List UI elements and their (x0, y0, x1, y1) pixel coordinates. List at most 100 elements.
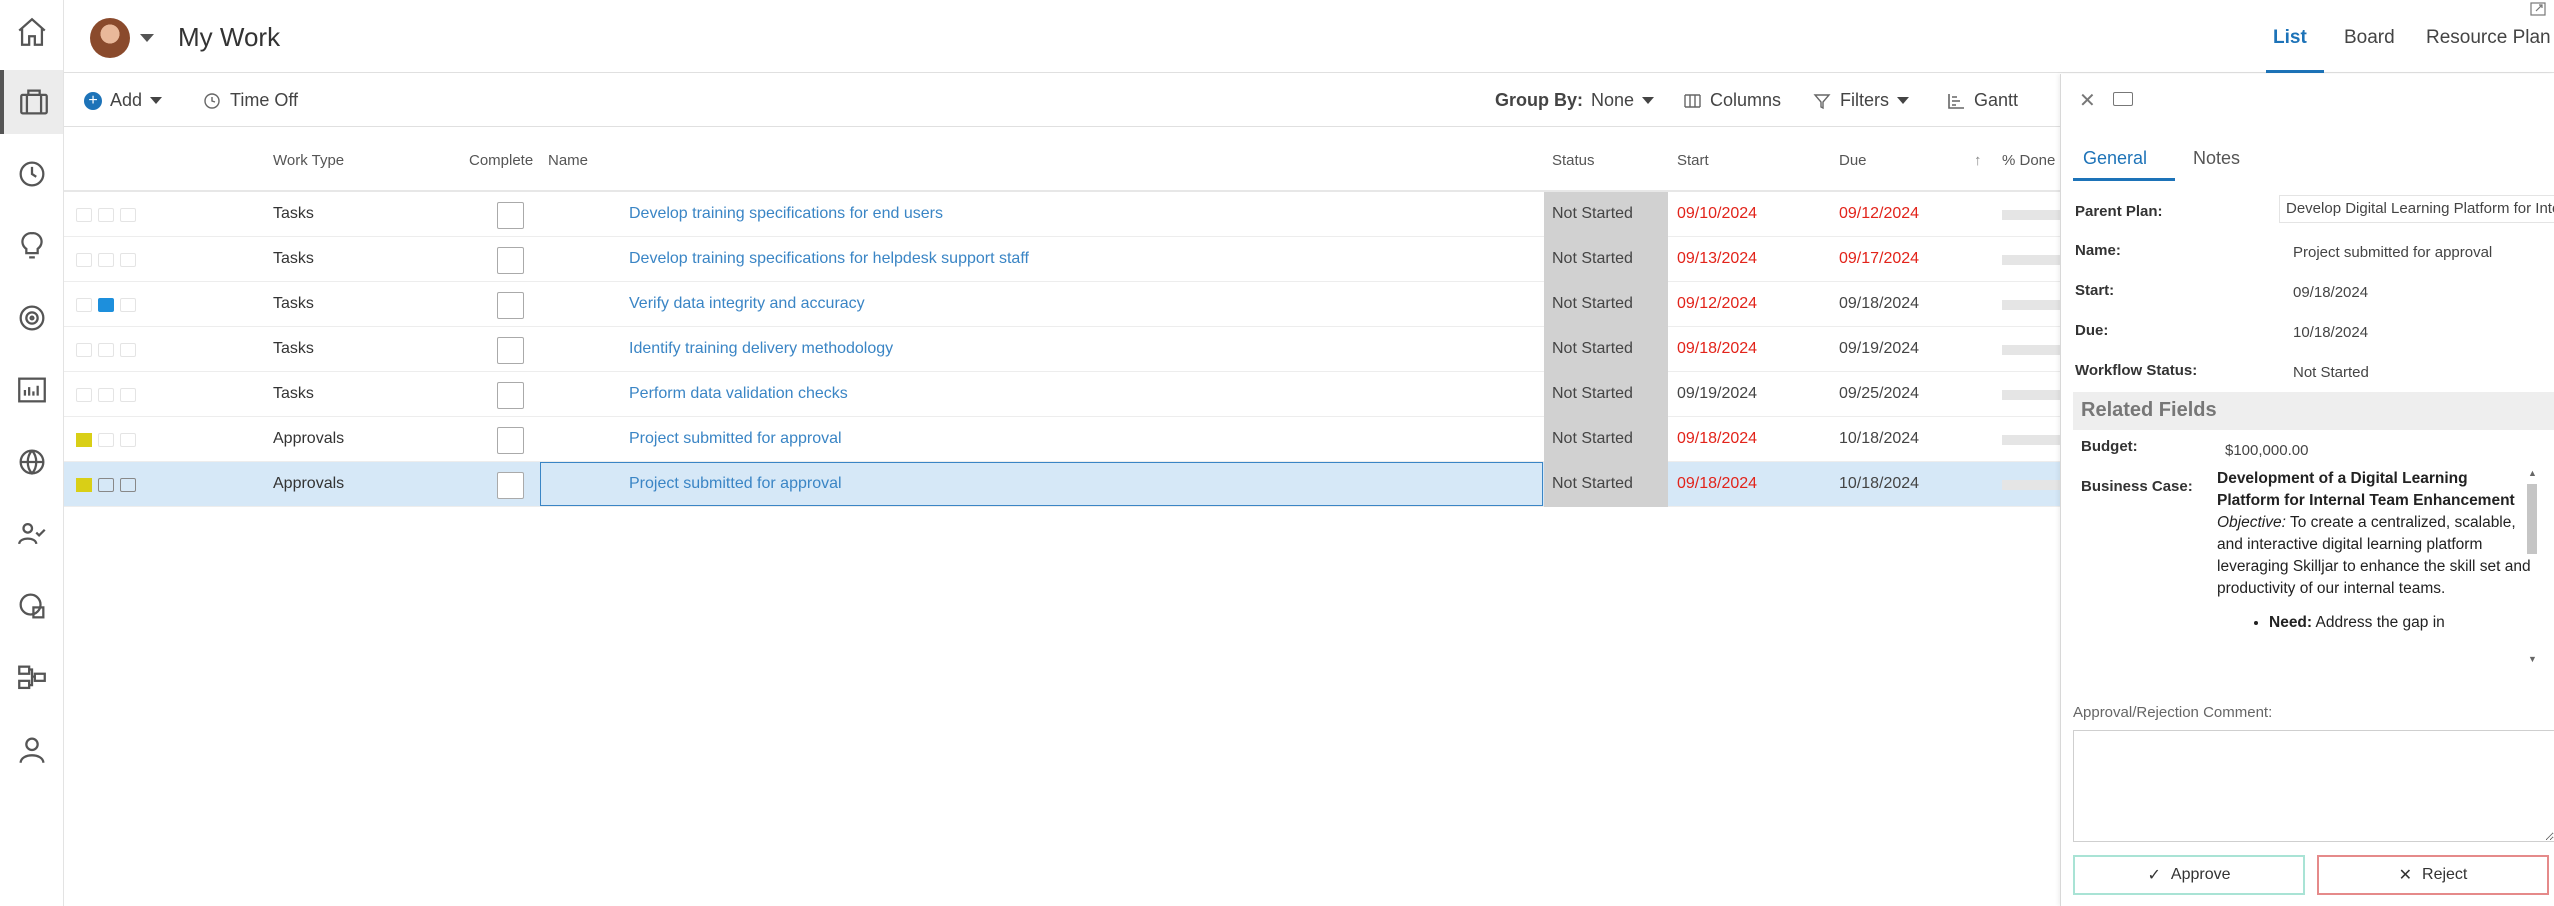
sticky-note-icon[interactable] (76, 433, 92, 447)
indicator-placeholder-icon[interactable] (76, 208, 92, 222)
table-row[interactable]: Tasks Develop training specifications fo… (64, 237, 2060, 282)
parent-plan-field[interactable]: Develop Digital Learning Platform for In… (2279, 195, 2554, 223)
col-pct-done[interactable]: % Done (2002, 152, 2055, 169)
start-date-cell[interactable]: 09/10/2024 (1677, 205, 1757, 223)
card-icon[interactable] (120, 478, 136, 492)
indicator-placeholder-icon[interactable] (76, 343, 92, 357)
reject-button[interactable]: ✕ Reject (2317, 855, 2549, 895)
start-date-cell[interactable]: 09/12/2024 (1677, 295, 1757, 313)
add-button[interactable]: + Add (84, 90, 163, 111)
indicator-placeholder-icon[interactable] (120, 253, 136, 267)
indicator-placeholder-icon[interactable] (120, 298, 136, 312)
nav-my-work[interactable] (0, 70, 63, 134)
tab-general[interactable]: General (2083, 148, 2147, 169)
indicator-placeholder-icon[interactable] (98, 433, 114, 447)
due-date-cell[interactable]: 10/18/2024 (1839, 475, 1919, 493)
status-cell[interactable]: Not Started (1552, 475, 1633, 493)
complete-checkbox[interactable] (497, 472, 524, 499)
status-cell[interactable]: Not Started (1552, 385, 1633, 403)
col-name[interactable]: Name (548, 152, 588, 169)
scroll-down-arrow-icon[interactable]: ▼ (2528, 654, 2537, 664)
nav-portfolio[interactable] (0, 430, 63, 494)
status-cell[interactable]: Not Started (1552, 340, 1633, 358)
nav-goals[interactable] (0, 286, 63, 350)
comment-icon[interactable] (98, 298, 114, 312)
tab-list[interactable]: List (2273, 27, 2307, 49)
nav-reports[interactable] (0, 358, 63, 422)
task-name-link[interactable]: Project submitted for approval (629, 430, 842, 448)
nav-timesheets[interactable] (0, 142, 63, 206)
start-date-cell[interactable]: 09/18/2024 (1677, 475, 1757, 493)
sticky-note-icon[interactable] (76, 478, 92, 492)
columns-button[interactable]: Columns (1682, 90, 1781, 111)
group-by-dropdown[interactable]: Group By: None (1495, 90, 1655, 111)
table-row[interactable]: Tasks Develop training specifications fo… (64, 192, 2060, 237)
time-off-button[interactable]: Time Off (202, 90, 298, 111)
nav-resources[interactable] (0, 502, 63, 566)
start-date-cell[interactable]: 09/18/2024 (1677, 430, 1757, 448)
status-cell[interactable]: Not Started (1552, 250, 1633, 268)
nav-ideas[interactable] (0, 214, 63, 278)
due-date-cell[interactable]: 09/25/2024 (1839, 385, 1919, 403)
col-due[interactable]: Due (1839, 152, 1867, 169)
complete-checkbox[interactable] (497, 427, 524, 454)
tab-notes[interactable]: Notes (2193, 148, 2240, 169)
col-status[interactable]: Status (1552, 152, 1595, 169)
status-cell[interactable]: Not Started (1552, 295, 1633, 313)
start-date-cell[interactable]: 09/18/2024 (1677, 340, 1757, 358)
indicator-placeholder-icon[interactable] (120, 433, 136, 447)
indicator-placeholder-icon[interactable] (98, 208, 114, 222)
avatar[interactable] (90, 18, 130, 58)
complete-checkbox[interactable] (497, 247, 524, 274)
sort-arrow-up-icon[interactable]: ↑ (1974, 152, 1982, 169)
start-date-cell[interactable]: 09/13/2024 (1677, 250, 1757, 268)
indicator-placeholder-icon[interactable] (98, 343, 114, 357)
scroll-up-arrow-icon[interactable]: ▲ (2528, 468, 2537, 478)
task-name-link[interactable]: Develop training specifications for help… (629, 250, 1029, 268)
indicator-placeholder-icon[interactable] (120, 388, 136, 402)
task-name-link[interactable]: Verify data integrity and accuracy (629, 295, 865, 313)
task-name-link[interactable]: Identify training delivery methodology (629, 340, 893, 358)
chevron-down-icon[interactable] (140, 34, 154, 42)
table-row[interactable]: Approvals Project submitted for approval… (64, 462, 2060, 507)
tab-resource-plan[interactable]: Resource Plan (2426, 27, 2551, 49)
col-start[interactable]: Start (1677, 152, 1709, 169)
nav-hierarchy[interactable] (0, 646, 63, 710)
col-work-type[interactable]: Work Type (273, 152, 344, 169)
start-date-cell[interactable]: 09/19/2024 (1677, 385, 1757, 403)
table-row[interactable]: Approvals Project submitted for approval… (64, 417, 2060, 462)
complete-checkbox[interactable] (497, 292, 524, 319)
scrollbar-thumb[interactable] (2527, 484, 2537, 554)
comment-input[interactable] (2073, 730, 2554, 842)
complete-checkbox[interactable] (497, 337, 524, 364)
filters-button[interactable]: Filters (1812, 90, 1909, 111)
due-date-cell[interactable]: 09/18/2024 (1839, 295, 1919, 313)
indicator-placeholder-icon[interactable] (76, 253, 92, 267)
col-complete[interactable]: Complete (469, 152, 533, 169)
indicator-placeholder-icon[interactable] (76, 298, 92, 312)
complete-checkbox[interactable] (497, 202, 524, 229)
table-row[interactable]: Tasks Verify data integrity and accuracy… (64, 282, 2060, 327)
due-date-cell[interactable]: 09/17/2024 (1839, 250, 1919, 268)
tab-board[interactable]: Board (2344, 27, 2395, 49)
business-case-content[interactable]: Development of a Digital Learning Platfo… (2217, 468, 2533, 664)
status-cell[interactable]: Not Started (1552, 205, 1633, 223)
approve-button[interactable]: ✓ Approve (2073, 855, 2305, 895)
nav-dashboards[interactable] (0, 574, 63, 638)
indicator-placeholder-icon[interactable] (120, 343, 136, 357)
table-row[interactable]: Tasks Perform data validation checks Not… (64, 372, 2060, 417)
complete-checkbox[interactable] (497, 382, 524, 409)
gantt-button[interactable]: Gantt (1946, 90, 2018, 111)
task-name-link[interactable]: Develop training specifications for end … (629, 205, 943, 223)
card-view-icon[interactable] (2113, 92, 2133, 106)
expand-icon[interactable] (2530, 2, 2546, 16)
due-date-cell[interactable]: 09/19/2024 (1839, 340, 1919, 358)
indicator-placeholder-icon[interactable] (98, 253, 114, 267)
due-date-cell[interactable]: 10/18/2024 (1839, 430, 1919, 448)
indicator-placeholder-icon[interactable] (76, 388, 92, 402)
close-icon[interactable]: ✕ (2079, 88, 2096, 113)
table-row[interactable]: Tasks Identify training delivery methodo… (64, 327, 2060, 372)
nav-home[interactable] (0, 0, 63, 64)
indicator-placeholder-icon[interactable] (120, 208, 136, 222)
indicator-placeholder-icon[interactable] (98, 388, 114, 402)
